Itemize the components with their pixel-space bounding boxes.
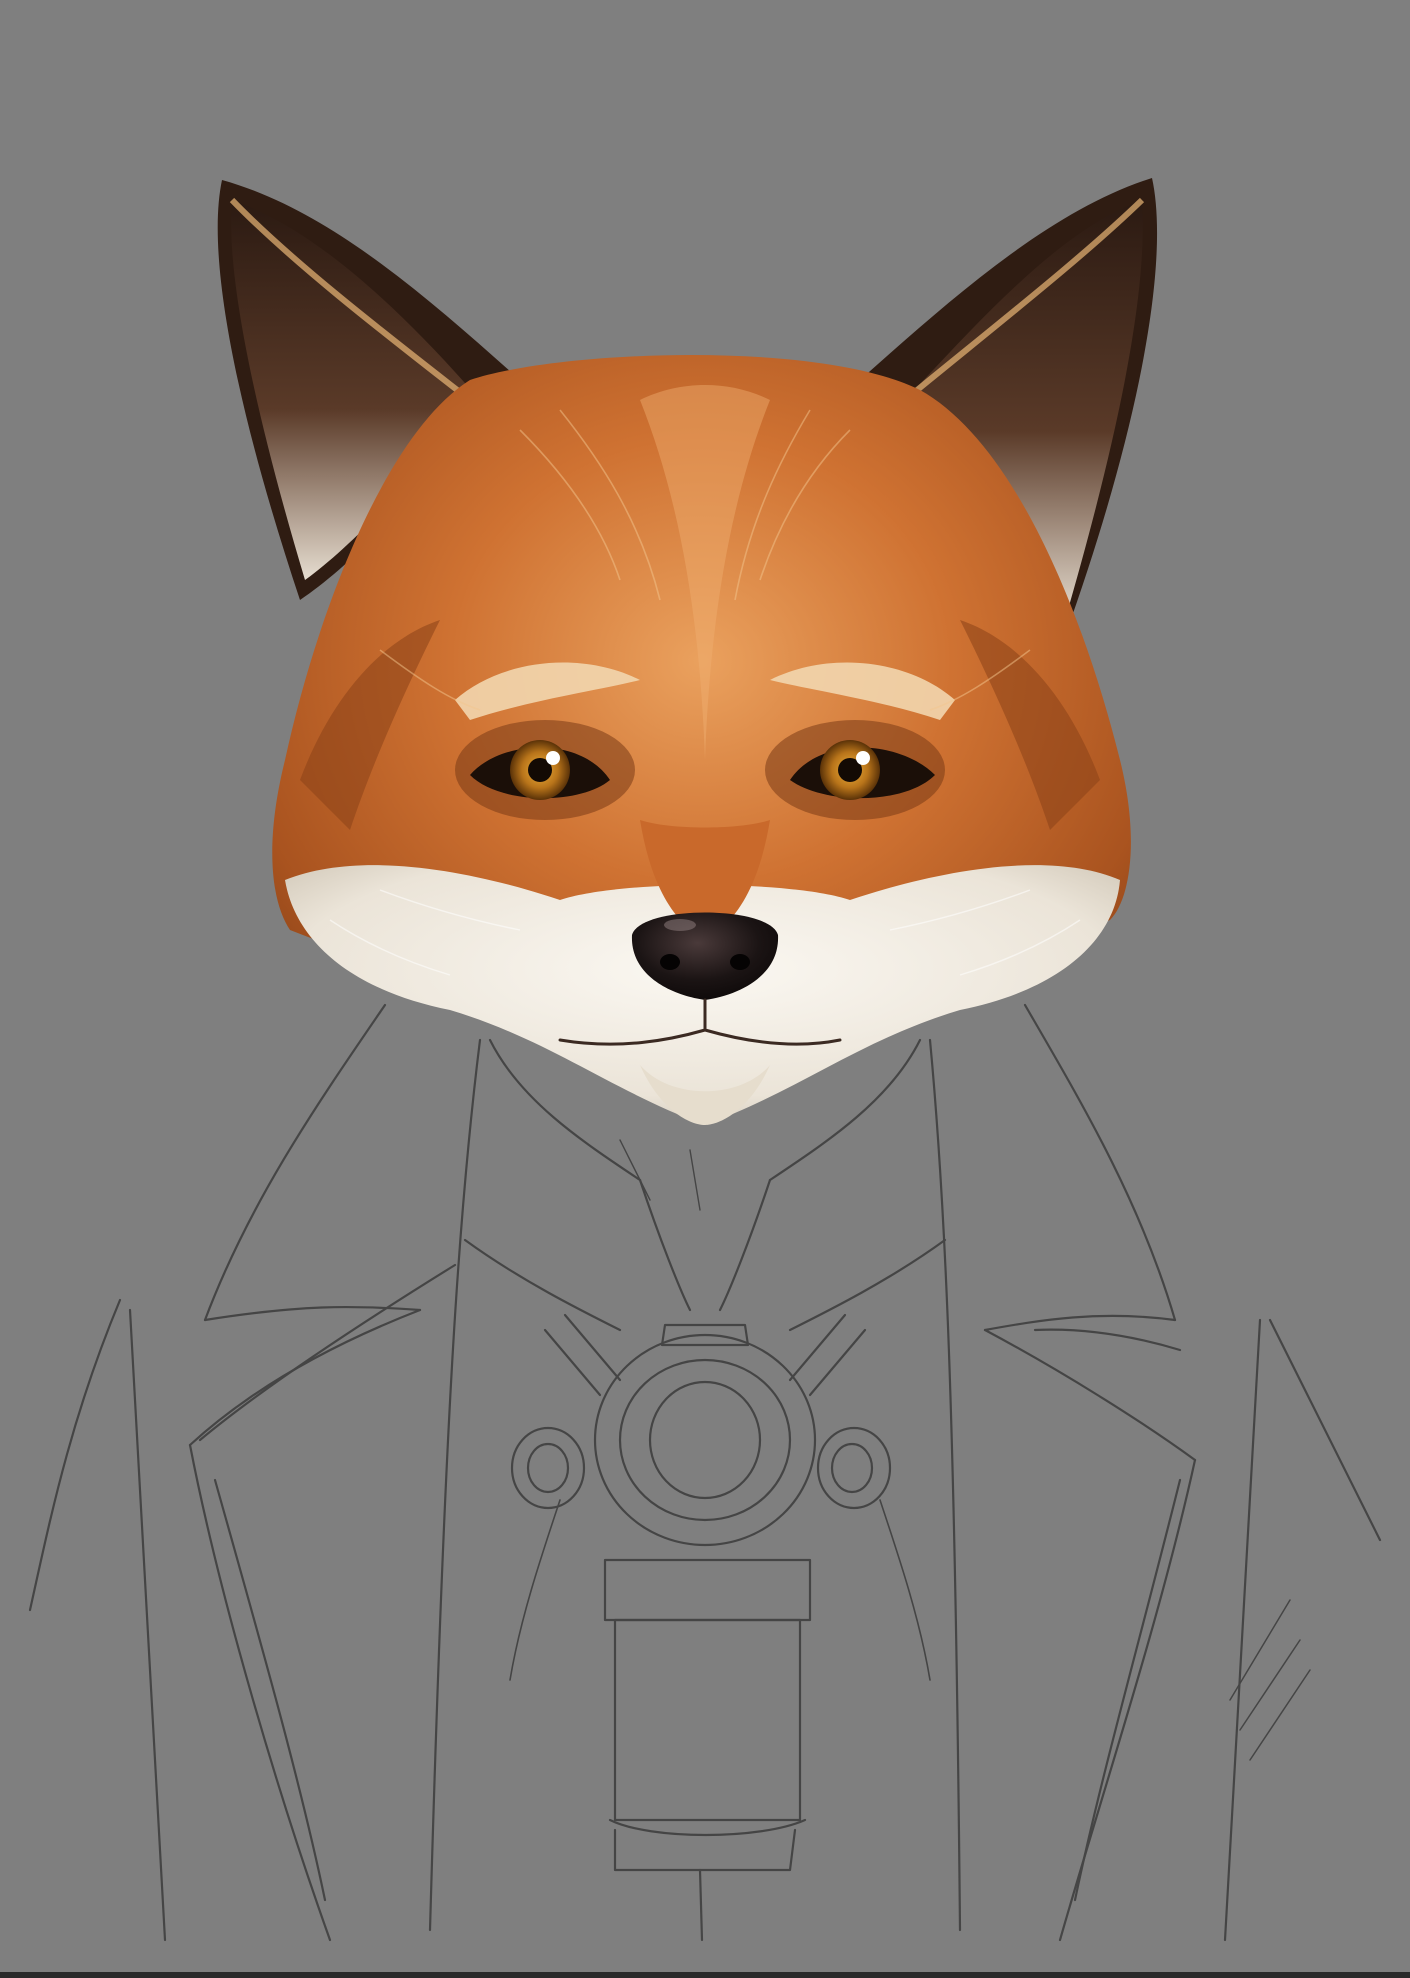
artwork-svg xyxy=(28,178,1382,1942)
artwork-canvas xyxy=(0,0,1410,1978)
bottom-strip xyxy=(0,1972,1410,1978)
fox-head xyxy=(217,178,1158,1125)
sketch-body xyxy=(28,1003,1382,1942)
